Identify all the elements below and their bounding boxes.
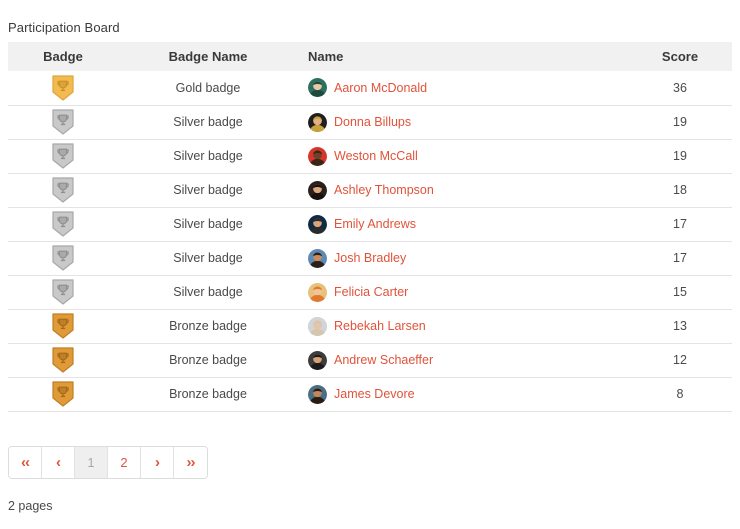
cell-badge-name: Silver badge	[118, 139, 298, 174]
cell-name: Felicia Carter	[298, 275, 628, 310]
cell-badge	[8, 139, 118, 174]
cell-name: Aaron McDonald	[298, 71, 628, 106]
silver-badge-icon	[52, 279, 74, 305]
column-header-score: Score	[628, 42, 732, 71]
person-link[interactable]: Felicia Carter	[334, 285, 408, 299]
cell-score: 8	[628, 377, 732, 412]
participation-board-table: Badge Badge Name Name Score Gold badge Aa…	[8, 42, 732, 412]
cell-score: 17	[628, 207, 732, 242]
cell-badge	[8, 173, 118, 208]
table-row: Silver badge Felicia Carter 15	[8, 275, 732, 310]
person-link[interactable]: Donna Billups	[334, 115, 411, 129]
avatar-ashley-thompson	[308, 180, 327, 200]
cell-badge	[8, 71, 118, 106]
column-header-badge-name: Badge Name	[118, 42, 298, 71]
cell-badge	[8, 275, 118, 310]
table-row: Bronze badge Andrew Schaeffer 12	[8, 343, 732, 378]
cell-badge-name: Gold badge	[118, 71, 298, 106]
cell-name: Emily Andrews	[298, 207, 628, 242]
cell-name: Andrew Schaeffer	[298, 343, 628, 378]
table-row: Silver badge Ashley Thompson 18	[8, 173, 732, 208]
table-body: Gold badge Aaron McDonald 36 Silver badge Do…	[8, 71, 732, 412]
table-row: Silver badge Weston McCall 19	[8, 139, 732, 174]
silver-badge-icon	[52, 245, 74, 271]
cell-name: James Devore	[298, 377, 628, 412]
cell-badge-name: Silver badge	[118, 173, 298, 208]
column-header-name: Name	[298, 42, 628, 71]
cell-badge	[8, 377, 118, 412]
pagination-first-button[interactable]: ‹‹	[9, 447, 42, 478]
silver-badge-icon	[52, 211, 74, 237]
avatar-james-devore	[308, 384, 327, 404]
pagination-prev-button[interactable]: ‹	[42, 447, 75, 478]
cell-score: 13	[628, 309, 732, 344]
page-title: Participation Board	[8, 20, 120, 35]
avatar-josh-bradley	[308, 248, 327, 268]
cell-badge-name: Silver badge	[118, 105, 298, 140]
bronze-badge-icon	[52, 381, 74, 407]
bronze-badge-icon	[52, 347, 74, 373]
cell-badge-name: Bronze badge	[118, 343, 298, 378]
cell-score: 12	[628, 343, 732, 378]
cell-badge-name: Silver badge	[118, 241, 298, 276]
table-row: Bronze badge James Devore 8	[8, 377, 732, 412]
avatar-rebekah-larsen	[308, 316, 327, 336]
cell-name: Ashley Thompson	[298, 173, 628, 208]
table-row: Silver badge Josh Bradley 17	[8, 241, 732, 276]
cell-badge-name: Bronze badge	[118, 309, 298, 344]
person-link[interactable]: James Devore	[334, 387, 415, 401]
table-row: Silver badge Donna Billups 19	[8, 105, 732, 140]
avatar-weston-mccall	[308, 146, 327, 166]
silver-badge-icon	[52, 143, 74, 169]
person-link[interactable]: Josh Bradley	[334, 251, 406, 265]
cell-badge	[8, 207, 118, 242]
cell-score: 36	[628, 71, 732, 106]
pagination-next-button[interactable]: ›	[141, 447, 174, 478]
cell-score: 19	[628, 139, 732, 174]
cell-badge-name: Bronze badge	[118, 377, 298, 412]
cell-badge-name: Silver badge	[118, 207, 298, 242]
person-link[interactable]: Ashley Thompson	[334, 183, 434, 197]
cell-name: Josh Bradley	[298, 241, 628, 276]
person-link[interactable]: Emily Andrews	[334, 217, 416, 231]
cell-score: 15	[628, 275, 732, 310]
cell-name: Weston McCall	[298, 139, 628, 174]
table-header-row: Badge Badge Name Name Score	[8, 42, 732, 71]
cell-badge-name: Silver badge	[118, 275, 298, 310]
cell-name: Rebekah Larsen	[298, 309, 628, 344]
cell-name: Donna Billups	[298, 105, 628, 140]
silver-badge-icon	[52, 109, 74, 135]
table-row: Silver badge Emily Andrews 17	[8, 207, 732, 242]
avatar-felicia-carter	[308, 282, 327, 302]
avatar-emily-andrews	[308, 214, 327, 234]
cell-score: 17	[628, 241, 732, 276]
avatar-aaron-mcdonald	[308, 78, 327, 98]
table-row: Gold badge Aaron McDonald 36	[8, 71, 732, 106]
table-row: Bronze badge Rebekah Larsen 13	[8, 309, 732, 344]
cell-badge	[8, 241, 118, 276]
table-header: Badge Badge Name Name Score	[8, 42, 732, 71]
cell-badge	[8, 343, 118, 378]
person-link[interactable]: Aaron McDonald	[334, 81, 427, 95]
participation-board-page: Participation Board Badge Badge Name Nam…	[0, 0, 740, 529]
avatar-andrew-schaeffer	[308, 350, 327, 370]
gold-badge-icon	[52, 75, 74, 101]
pagination-page-1[interactable]: 1	[75, 447, 108, 478]
bronze-badge-icon	[52, 313, 74, 339]
pagination-last-button[interactable]: ››	[174, 447, 207, 478]
cell-badge	[8, 105, 118, 140]
pages-count-label: 2 pages	[8, 499, 53, 513]
cell-score: 19	[628, 105, 732, 140]
pagination-page-2[interactable]: 2	[108, 447, 141, 478]
person-link[interactable]: Rebekah Larsen	[334, 319, 426, 333]
avatar-donna-billups	[308, 112, 327, 132]
person-link[interactable]: Andrew Schaeffer	[334, 353, 433, 367]
person-link[interactable]: Weston McCall	[334, 149, 418, 163]
cell-badge	[8, 309, 118, 344]
cell-score: 18	[628, 173, 732, 208]
column-header-badge: Badge	[8, 42, 118, 71]
pagination[interactable]: ‹‹ ‹ 1 2 › ››	[8, 446, 208, 479]
silver-badge-icon	[52, 177, 74, 203]
